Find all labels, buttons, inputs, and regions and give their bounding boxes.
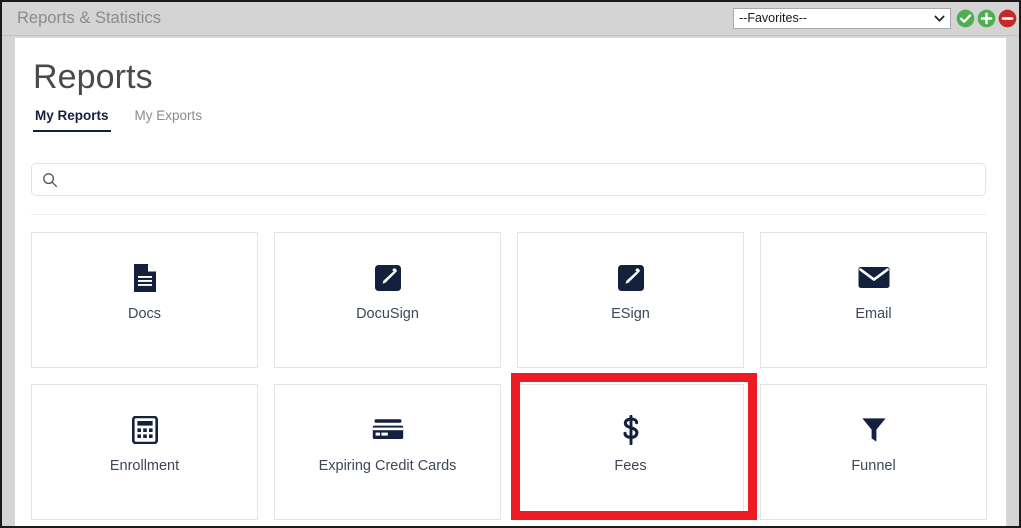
- document-icon: [132, 263, 158, 293]
- pencil-square-icon: [374, 263, 402, 293]
- search-divider: [31, 214, 986, 215]
- report-card-expiring-credit-cards[interactable]: Expiring Credit Cards: [274, 384, 501, 520]
- app-title: Reports & Statistics: [17, 9, 161, 27]
- confirm-favorite-icon[interactable]: [956, 9, 975, 28]
- report-card-label: ESign: [611, 306, 650, 322]
- calculator-icon: [131, 415, 158, 445]
- report-card-label: Docs: [127, 306, 162, 322]
- content-panel: Reports My Reports My Exports Docs DocuS…: [14, 37, 1007, 526]
- report-card-funnel[interactable]: Funnel: [760, 384, 987, 520]
- dollar-sign-icon: [621, 415, 641, 445]
- report-card-docusign[interactable]: DocuSign: [274, 232, 501, 368]
- report-card-label: Expiring Credit Cards: [318, 458, 457, 474]
- report-card-enrollment[interactable]: Enrollment: [31, 384, 258, 520]
- report-card-fees[interactable]: Fees: [517, 384, 744, 520]
- report-card-label: Enrollment: [109, 458, 180, 474]
- tab-label: My Reports: [35, 108, 109, 123]
- credit-card-icon: [372, 415, 404, 445]
- search-bar[interactable]: [31, 163, 986, 196]
- search-input[interactable]: [66, 165, 980, 196]
- favorites-dropdown[interactable]: --Favorites--: [733, 8, 951, 29]
- pencil-square-icon: [617, 263, 645, 293]
- report-card-label: Funnel: [851, 458, 896, 474]
- envelope-icon: [858, 263, 890, 293]
- report-card-label: Fees: [614, 458, 647, 474]
- report-card-label: DocuSign: [356, 306, 419, 322]
- report-card-grid: Docs DocuSign ESign Email Enrollment Exp…: [31, 232, 988, 520]
- remove-favorite-icon[interactable]: [998, 9, 1017, 28]
- page-title: Reports: [33, 58, 153, 96]
- report-card-docs[interactable]: Docs: [31, 232, 258, 368]
- add-favorite-icon[interactable]: [977, 9, 996, 28]
- title-bar: Reports & Statistics --Favorites--: [2, 2, 1019, 36]
- tab-label: My Exports: [134, 108, 203, 123]
- search-icon: [43, 173, 58, 188]
- funnel-icon: [861, 415, 887, 445]
- report-card-label: Email: [855, 306, 892, 322]
- application-window: Reports & Statistics --Favorites-- Repor…: [0, 0, 1021, 528]
- tab-bar: My Reports My Exports: [33, 108, 204, 132]
- tab-my-exports[interactable]: My Exports: [133, 108, 205, 132]
- report-card-email[interactable]: Email: [760, 232, 987, 368]
- report-card-esign[interactable]: ESign: [517, 232, 744, 368]
- tab-my-reports[interactable]: My Reports: [33, 108, 111, 132]
